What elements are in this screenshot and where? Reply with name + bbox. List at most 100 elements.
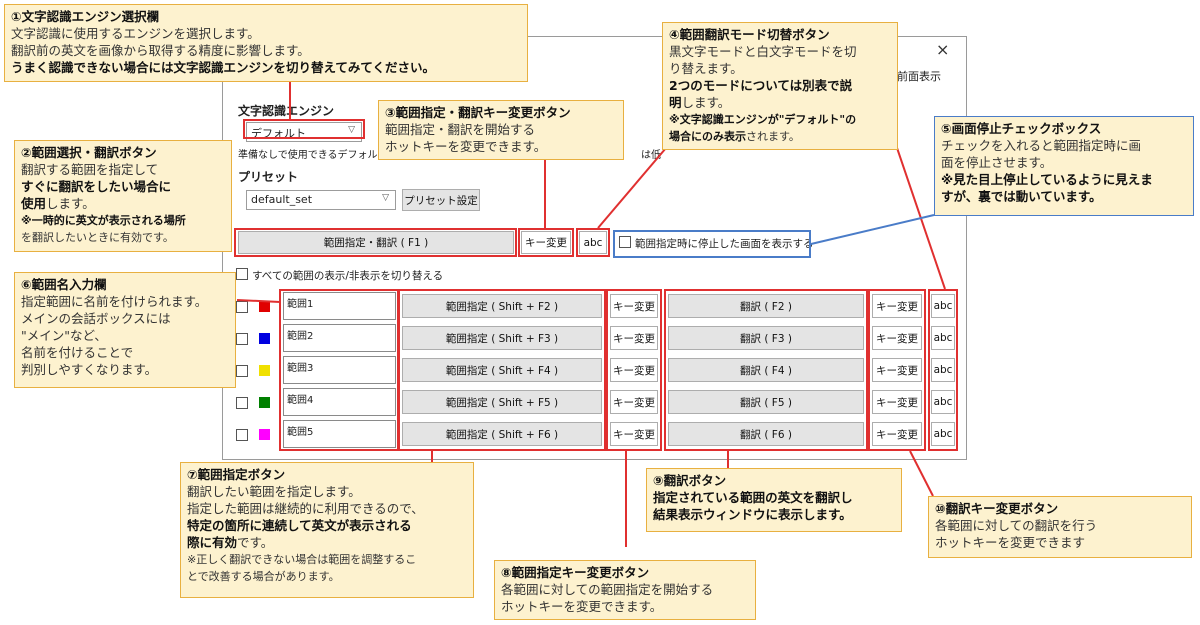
translate-key-button[interactable]: キー変更 [872,294,922,318]
range-name-input[interactable]: 範囲5 [283,420,396,448]
note-line: 判別しやすくなります。 [21,362,158,377]
range-visible-checkbox[interactable] [236,333,248,345]
note-line: 際に有効 [187,535,238,550]
translate-button[interactable]: 翻訳 ( F5 ) [668,390,864,414]
translate-button[interactable]: 翻訳 ( F2 ) [668,294,864,318]
range-key-button[interactable]: キー変更 [610,358,658,382]
range-color-swatch [259,429,270,440]
select-translate-key-button[interactable]: キー変更 [521,231,571,254]
range-name-input[interactable]: 範囲4 [283,388,396,416]
range-color-swatch [259,301,270,312]
note-line: 使用 [21,196,47,211]
translate-button[interactable]: 翻訳 ( F6 ) [668,422,864,446]
note-engine-line: 文字認識に使用するエンジンを選択します。 [11,26,260,41]
range-name-input[interactable]: 範囲2 [283,324,396,352]
preset-select-value: default_set [251,193,313,206]
note-select-translate-title: ②範囲選択・翻訳ボタン [21,145,157,160]
close-icon[interactable]: × [936,40,949,59]
note-line: ※正しく翻訳できない場合は範囲を調整するこ [187,553,417,566]
note-line: 名前を付けることで [21,345,134,360]
range-select-button[interactable]: 範囲指定 ( Shift + F5 ) [402,390,602,414]
mode-toggle-button[interactable]: abc [579,231,607,254]
note-range-name-title: ⑥範囲名入力欄 [21,277,107,292]
note-line: 指定した範囲は継続的に利用できるので、 [187,501,424,516]
range-key-button[interactable]: キー変更 [610,326,658,350]
range-mode-button[interactable]: abc [931,326,955,350]
note-line: メインの会話ボックスには [21,311,171,326]
note-line: ホットキーを変更できます [935,535,1086,550]
range-color-swatch [259,397,270,408]
note-line: 面を停止させます。 [941,155,1053,170]
note-key-change-title: ③範囲指定・翻訳キー変更ボタン [385,105,571,120]
note-engine: ①文字認識エンジン選択欄 文字認識に使用するエンジンを選択します。 翻訳前の英文… [4,4,528,82]
note-range-key: ⑧範囲指定キー変更ボタン 各範囲に対しての範囲指定を開始する ホットキーを変更で… [494,560,756,620]
range-select-button[interactable]: 範囲指定 ( Shift + F2 ) [402,294,602,318]
translate-button[interactable]: 翻訳 ( F3 ) [668,326,864,350]
note-line: 2つのモードについては別表で説 [669,78,853,93]
translate-key-button[interactable]: キー変更 [872,358,922,382]
note-key-change: ③範囲指定・翻訳キー変更ボタン 範囲指定・翻訳を開始する ホットキーを変更できま… [378,100,624,160]
range-mode-button[interactable]: abc [931,358,955,382]
note-engine-title: ①文字認識エンジン選択欄 [11,9,160,24]
range-color-swatch [259,333,270,344]
range-mode-button[interactable]: abc [931,422,955,446]
note-mode-toggle: ④範囲翻訳モード切替ボタン 黒文字モードと白文字モードを切 り替えます。 2つの… [662,22,898,150]
note-line: 特定の箇所に連続して英文が表示される [187,518,412,533]
note-range-name: ⑥範囲名入力欄 指定範囲に名前を付けられます。 メインの会話ボックスには "メイ… [14,272,236,388]
note-line: とで改善する場合があります。 [187,570,340,583]
freeze-screen-checkbox[interactable] [619,236,631,248]
range-select-button[interactable]: 範囲指定 ( Shift + F3 ) [402,326,602,350]
range-visible-checkbox[interactable] [236,301,248,313]
range-visible-checkbox[interactable] [236,397,248,409]
select-translate-button[interactable]: 範囲指定・翻訳 ( F1 ) [238,231,514,254]
toggle-all-checkbox[interactable] [236,268,248,280]
note-line: すが、裏では動いています。 [941,189,1102,204]
range-visible-checkbox[interactable] [236,365,248,377]
range-mode-button[interactable]: abc [931,390,955,414]
toggle-all-label: すべての範囲の表示/非表示を切り替える [252,270,444,282]
note-line: します。 [681,95,731,110]
range-select-button[interactable]: 範囲指定 ( Shift + F6 ) [402,422,602,446]
note-translate-key-title: ⑩翻訳キー変更ボタン [935,501,1059,516]
range-key-button[interactable]: キー変更 [610,390,658,414]
note-line: 翻訳する範囲を指定して [21,162,159,177]
translate-key-button[interactable]: キー変更 [872,326,922,350]
note-line: 各範囲に対しての範囲指定を開始する [501,582,714,597]
note-line: り替えます。 [669,61,743,76]
note-line: します。 [46,196,95,211]
engine-select[interactable]: デフォルト ▽ [246,122,362,142]
note-line: "メイン"など、 [21,328,107,343]
note-translate-button: ⑨翻訳ボタン 指定されている範囲の英文を翻訳し 結果表示ウィンドウに表示します。 [646,468,902,532]
range-visible-checkbox[interactable] [236,429,248,441]
engine-hint-end: は低 [641,150,661,161]
translate-key-button[interactable]: キー変更 [872,390,922,414]
range-key-button[interactable]: キー変更 [610,422,658,446]
range-color-swatch [259,365,270,376]
note-line: 明 [669,95,682,110]
note-line: 指定範囲に名前を付けられます。 [21,294,208,309]
note-translate-button-title: ⑨翻訳ボタン [653,473,727,488]
note-line: 指定されている範囲の英文を翻訳し [653,490,853,505]
note-engine-line: 翻訳前の英文を画像から取得する精度に影響します。 [11,43,310,58]
note-line: 範囲指定・翻訳を開始する [385,122,536,137]
note-freeze-title: ⑤画面停止チェックボックス [941,121,1102,136]
note-range-key-title: ⑧範囲指定キー変更ボタン [501,565,650,580]
note-line: 黒文字モードと白文字モードを切 [669,44,857,59]
translate-button[interactable]: 翻訳 ( F4 ) [668,358,864,382]
note-line: 翻訳したい範囲を指定します。 [187,484,361,499]
range-key-button[interactable]: キー変更 [610,294,658,318]
range-select-button[interactable]: 範囲指定 ( Shift + F4 ) [402,358,602,382]
range-mode-button[interactable]: abc [931,294,955,318]
note-select-translate: ②範囲選択・翻訳ボタン 翻訳する範囲を指定して すぐに翻訳をしたい場合に 使用し… [14,140,232,252]
note-range-button-title: ⑦範囲指定ボタン [187,467,286,482]
note-line: を翻訳したいときに有効です。 [21,231,174,244]
chevron-down-icon: ▽ [348,125,355,135]
range-name-input[interactable]: 範囲3 [283,356,396,384]
preset-select[interactable]: default_set ▽ [246,190,396,210]
preset-label: プリセット [238,170,299,184]
chevron-down-icon: ▽ [382,193,389,203]
translate-key-button[interactable]: キー変更 [872,422,922,446]
engine-select-value: デフォルト [251,127,306,140]
range-name-input[interactable]: 範囲1 [283,292,396,320]
preset-settings-button[interactable]: プリセット設定 [402,189,480,211]
